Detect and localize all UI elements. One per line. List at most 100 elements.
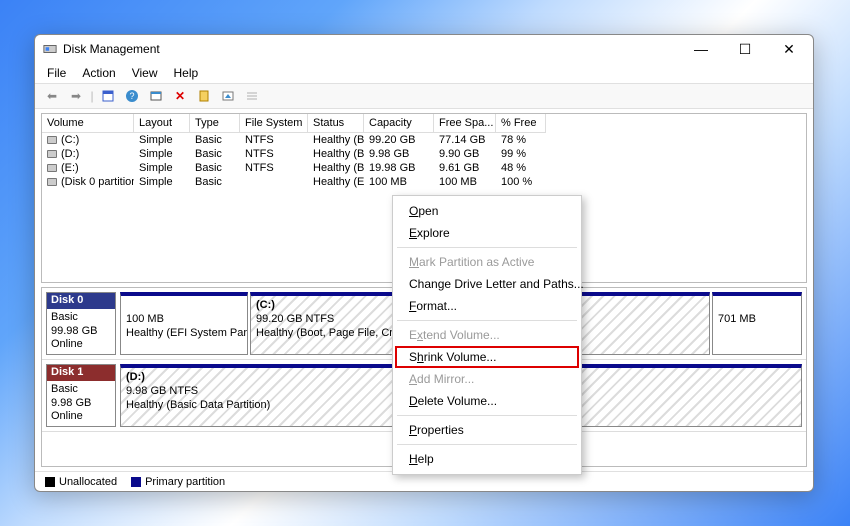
disk-1-type: Basic (51, 383, 78, 395)
menu-help[interactable]: Help (168, 64, 205, 82)
partition-recovery[interactable]: 701 MB (712, 292, 802, 355)
cell-pct: 48 % (496, 161, 546, 175)
col-free[interactable]: Free Spa... (434, 114, 496, 133)
partition-efi[interactable]: 100 MB Healthy (EFI System Partition) (120, 292, 248, 355)
toolbar-separator: | (89, 85, 95, 107)
table-row[interactable]: (C:)SimpleBasicNTFSHealthy (B...99.20 GB… (42, 133, 806, 147)
delete-icon[interactable]: ✕ (169, 85, 191, 107)
action-icon[interactable] (217, 85, 239, 107)
cell-fs (240, 175, 308, 189)
ctx-extend: Extend Volume... (395, 324, 579, 346)
list-icon (241, 85, 263, 107)
disk-management-window: Disk Management — ☐ ✕ File Action View H… (34, 34, 814, 492)
svg-text:?: ? (129, 91, 134, 101)
cell-fs: NTFS (240, 147, 308, 161)
ctx-open[interactable]: Open (395, 200, 579, 222)
cell-status: Healthy (E... (308, 175, 364, 189)
ctx-delete[interactable]: Delete Volume... (395, 390, 579, 412)
context-menu: Open Explore Mark Partition as Active Ch… (392, 195, 582, 475)
cell-fs: NTFS (240, 133, 308, 147)
help-button[interactable]: ? (121, 85, 143, 107)
menu-view[interactable]: View (126, 64, 164, 82)
cell-pct: 78 % (496, 133, 546, 147)
partition-size: 99.20 GB NTFS (256, 313, 334, 325)
partition-label: (D:) (126, 371, 145, 383)
col-status[interactable]: Status (308, 114, 364, 133)
cell-pct: 100 % (496, 175, 546, 189)
disk-1-info[interactable]: Disk 1 Basic 9.98 GB Online (46, 364, 116, 427)
cell-status: Healthy (B... (308, 147, 364, 161)
col-fs[interactable]: File System (240, 114, 308, 133)
menu-file[interactable]: File (41, 64, 72, 82)
properties-button[interactable] (97, 85, 119, 107)
table-row[interactable]: (Disk 0 partition 1)SimpleBasic Healthy (… (42, 175, 806, 189)
col-type[interactable]: Type (190, 114, 240, 133)
col-volume[interactable]: Volume (42, 114, 134, 133)
col-pct[interactable]: % Free (496, 114, 546, 133)
volume-icon (47, 178, 57, 186)
menu-action[interactable]: Action (76, 64, 121, 82)
ctx-change-letter[interactable]: Change Drive Letter and Paths... (395, 273, 579, 295)
forward-button: ➡ (65, 85, 87, 107)
cell-type: Basic (190, 161, 240, 175)
partition-label: (C:) (256, 299, 275, 311)
col-layout[interactable]: Layout (134, 114, 190, 133)
ctx-separator (397, 415, 577, 416)
cell-layout: Simple (134, 147, 190, 161)
cell-capacity: 9.98 GB (364, 147, 434, 161)
cell-free: 9.90 GB (434, 147, 496, 161)
menubar: File Action View Help (35, 63, 813, 83)
ctx-properties[interactable]: Properties (395, 419, 579, 441)
cell-type: Basic (190, 147, 240, 161)
ctx-shrink[interactable]: Shrink Volume... (395, 346, 579, 368)
cell-volume: (Disk 0 partition 1) (42, 175, 134, 189)
disk-0-size: 99.98 GB (51, 325, 97, 337)
cell-capacity: 19.98 GB (364, 161, 434, 175)
ctx-separator (397, 444, 577, 445)
partition-size: 701 MB (718, 313, 756, 325)
titlebar[interactable]: Disk Management — ☐ ✕ (35, 35, 813, 63)
cell-type: Basic (190, 175, 240, 189)
table-header: Volume Layout Type File System Status Ca… (42, 114, 806, 133)
maximize-button[interactable]: ☐ (723, 36, 767, 62)
cell-free: 9.61 GB (434, 161, 496, 175)
volume-icon (47, 164, 57, 172)
close-button[interactable]: ✕ (767, 36, 811, 62)
cell-volume: (E:) (42, 161, 134, 175)
ctx-mark-active: Mark Partition as Active (395, 251, 579, 273)
volume-icon (47, 136, 57, 144)
partition-size: 100 MB (126, 313, 164, 325)
ctx-help[interactable]: Help (395, 448, 579, 470)
disk-0-info[interactable]: Disk 0 Basic 99.98 GB Online (46, 292, 116, 355)
partition-size: 9.98 GB NTFS (126, 385, 198, 397)
cell-type: Basic (190, 133, 240, 147)
cell-capacity: 99.20 GB (364, 133, 434, 147)
disk-0-status: Online (51, 338, 83, 350)
ctx-format[interactable]: Format... (395, 295, 579, 317)
partition-desc: Healthy (EFI System Partition) (126, 327, 248, 339)
ctx-explore[interactable]: Explore (395, 222, 579, 244)
ctx-separator (397, 320, 577, 321)
disk-1-name: Disk 1 (47, 365, 115, 381)
legend-primary: Primary partition (131, 476, 225, 488)
disk-0-name: Disk 0 (47, 293, 115, 309)
disk-0-type: Basic (51, 311, 78, 323)
cell-capacity: 100 MB (364, 175, 434, 189)
partition-desc: Healthy (Basic Data Partition) (126, 399, 270, 411)
col-capacity[interactable]: Capacity (364, 114, 434, 133)
cell-layout: Simple (134, 175, 190, 189)
cell-volume: (C:) (42, 133, 134, 147)
toolbar: ⬅ ➡ | ? ✕ (35, 83, 813, 109)
cell-fs: NTFS (240, 161, 308, 175)
back-button: ⬅ (41, 85, 63, 107)
table-row[interactable]: (D:)SimpleBasicNTFSHealthy (B...9.98 GB9… (42, 147, 806, 161)
ctx-separator (397, 247, 577, 248)
ctx-add-mirror: Add Mirror... (395, 368, 579, 390)
window-title: Disk Management (63, 42, 679, 56)
refresh-button[interactable] (145, 85, 167, 107)
cell-free: 77.14 GB (434, 133, 496, 147)
rescan-icon[interactable] (193, 85, 215, 107)
table-row[interactable]: (E:)SimpleBasicNTFSHealthy (B...19.98 GB… (42, 161, 806, 175)
minimize-button[interactable]: — (679, 36, 723, 62)
cell-volume: (D:) (42, 147, 134, 161)
